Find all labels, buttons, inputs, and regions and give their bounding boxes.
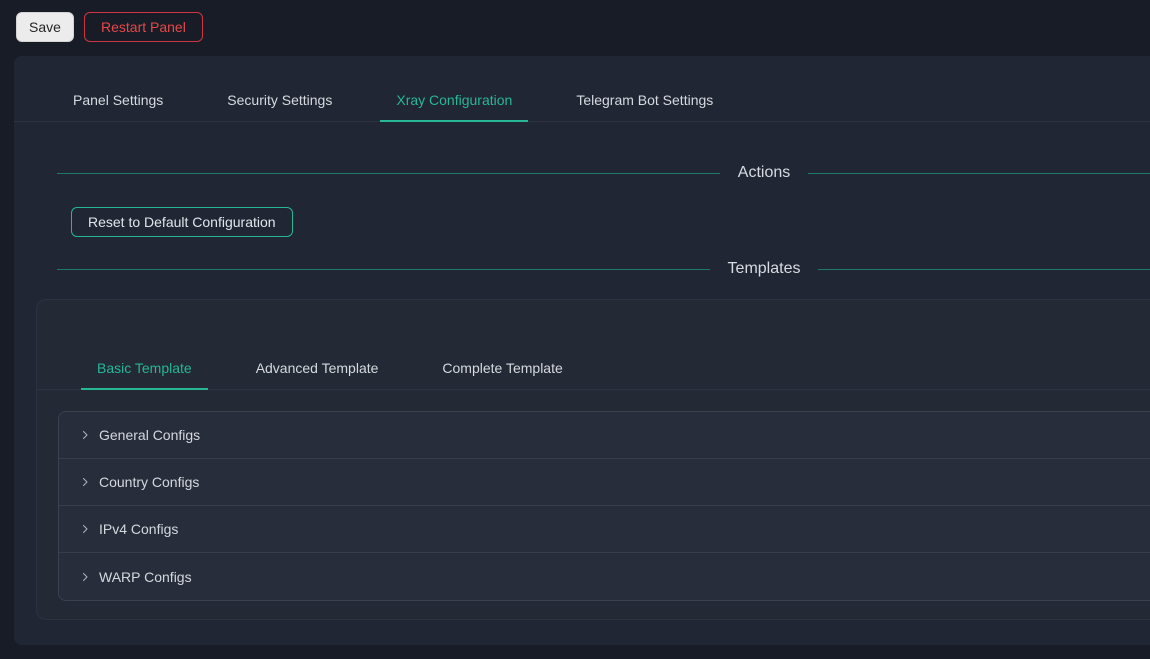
template-tabs: Basic Template Advanced Template Complet…	[37, 300, 1150, 390]
reset-default-configuration-button[interactable]: Reset to Default Configuration	[71, 207, 293, 237]
divider-line	[57, 269, 710, 270]
tab-panel-settings[interactable]: Panel Settings	[57, 92, 179, 122]
tab-telegram-bot-settings[interactable]: Telegram Bot Settings	[560, 92, 729, 122]
actions-divider: Actions	[14, 162, 1150, 184]
tab-xray-configuration[interactable]: Xray Configuration	[380, 92, 528, 122]
accordion-item-label: Country Configs	[99, 474, 199, 490]
settings-card: Panel Settings Security Settings Xray Co…	[14, 56, 1150, 645]
settings-tabs: Panel Settings Security Settings Xray Co…	[14, 56, 1150, 122]
divider-line	[57, 173, 720, 174]
divider-line	[808, 173, 1150, 174]
chevron-right-icon	[79, 523, 91, 535]
chevron-right-icon	[79, 476, 91, 488]
tab-complete-template[interactable]: Complete Template	[426, 360, 578, 390]
accordion-item-general-configs[interactable]: General Configs	[59, 412, 1150, 459]
accordion-item-label: WARP Configs	[99, 569, 192, 585]
templates-divider: Templates	[14, 258, 1150, 280]
divider-line	[818, 269, 1150, 270]
restart-panel-button[interactable]: Restart Panel	[84, 12, 203, 42]
tab-basic-template[interactable]: Basic Template	[81, 360, 208, 390]
templates-panel: Basic Template Advanced Template Complet…	[36, 299, 1150, 620]
chevron-right-icon	[79, 571, 91, 583]
chevron-right-icon	[79, 429, 91, 441]
templates-divider-label: Templates	[728, 260, 801, 278]
accordion-item-ipv4-configs[interactable]: IPv4 Configs	[59, 506, 1150, 553]
accordion-item-label: IPv4 Configs	[99, 521, 178, 537]
accordion-item-country-configs[interactable]: Country Configs	[59, 459, 1150, 506]
tab-security-settings[interactable]: Security Settings	[211, 92, 348, 122]
accordion-item-label: General Configs	[99, 427, 200, 443]
save-button[interactable]: Save	[16, 12, 74, 42]
template-accordion: General Configs Country Configs IPv4 Con…	[58, 411, 1150, 601]
actions-divider-label: Actions	[738, 164, 790, 182]
tab-advanced-template[interactable]: Advanced Template	[240, 360, 395, 390]
accordion-item-warp-configs[interactable]: WARP Configs	[59, 553, 1150, 600]
topbar: Save Restart Panel	[0, 0, 1150, 54]
